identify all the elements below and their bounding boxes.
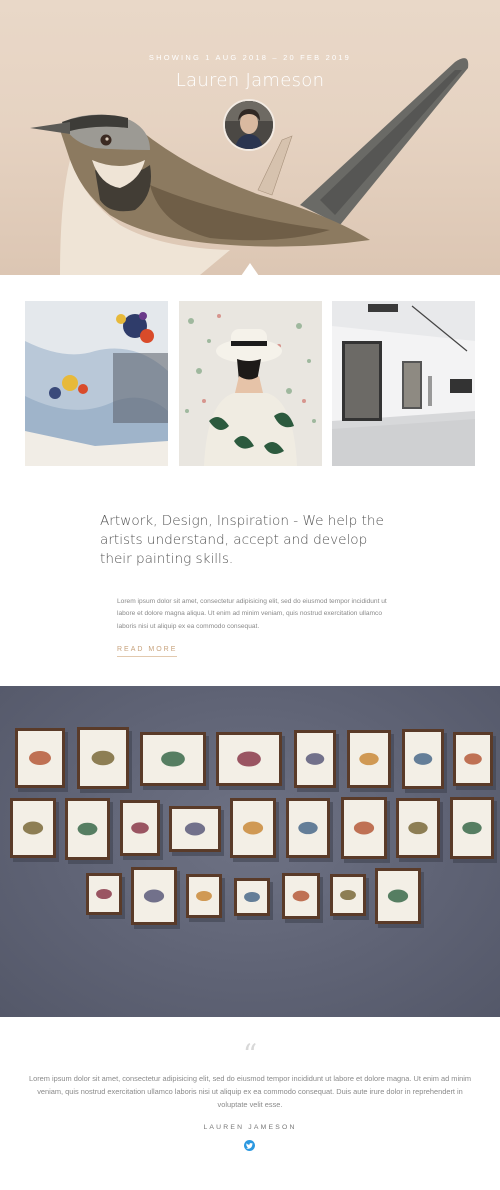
bird-print-figure [184,822,206,836]
bird-print-figure [408,821,428,835]
avatar [223,99,275,151]
quote-icon: “ [242,1038,258,1071]
bird-print-figure [464,753,482,765]
bird-print-figure [305,753,325,765]
hero-section: SHOWING 1 AUG 2018 – 20 FEB 2019 Lauren … [0,0,500,275]
bird-print-figure [462,821,482,835]
gallery-room-image[interactable] [332,301,475,466]
twitter-icon[interactable] [244,1140,255,1151]
testimonial-author: LAUREN JAMESON [203,1124,297,1131]
bird-prints-wall-image [0,686,500,1017]
bird-print-figure [353,821,375,835]
bird-print-figure [298,821,318,835]
bird-print-figure [22,821,44,835]
intro-body: Lorem ipsum dolor sit amet, consectetur … [117,598,387,630]
bird-print-figure [237,751,261,767]
twitter-bird-glyph [246,1142,253,1149]
exhibition-dates: SHOWING 1 AUG 2018 – 20 FEB 2019 [148,53,352,62]
bird-print-figure [413,753,433,765]
intro-headline: Artwork, Design, Inspiration - We help t… [100,513,384,567]
bird-print-figure [161,751,185,767]
testimonial-quote: Lorem ipsum dolor sit amet, consectetur … [28,1074,471,1109]
bird-print-figure [242,821,264,835]
woman-in-hat-image[interactable] [179,301,322,466]
bird-print-figure [340,889,356,901]
bird-print-figure [131,822,149,834]
bird-print-figure [91,750,115,766]
bird-print-figure [387,889,409,903]
bird-print-figure [244,891,260,903]
bird-print-figure [143,889,165,903]
portrait-image [225,101,273,149]
hero-notch [241,263,259,275]
read-more-link[interactable]: READ MORE [117,646,178,657]
bird-print-figure [96,888,112,900]
artist-name: Lauren Jameson [175,70,325,91]
framed-prints [10,727,497,929]
bird-print-figure [292,890,310,902]
bird-print-figure [196,890,212,902]
bird-print-figure [29,751,51,765]
bird-print-figure [359,752,379,766]
bird-print-figure [77,822,98,836]
paint-palette-image[interactable] [25,301,168,466]
